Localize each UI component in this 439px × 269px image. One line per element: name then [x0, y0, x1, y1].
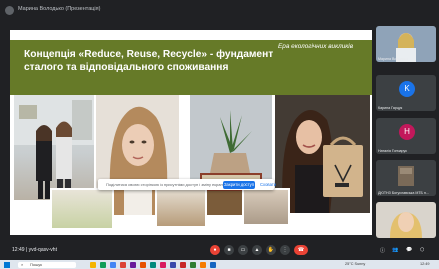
presenter-avatar [5, 6, 14, 15]
hang-up-icon: ☎ [297, 247, 305, 253]
photo-students [14, 95, 94, 200]
taskbar-app-icon[interactable] [120, 261, 126, 268]
taskbar-clock: 12:49 [420, 262, 430, 266]
presenter-name: Марина Володько (Презентація) [18, 6, 101, 12]
taskbar-app-icon[interactable] [200, 261, 206, 268]
meeting-code: yvd-qasv-vht [28, 247, 57, 253]
hand-icon: ✋ [267, 247, 275, 253]
taskbar-app-icon[interactable] [170, 261, 176, 268]
camera-icon: ■ [227, 247, 231, 253]
meeting-controls-bar: 12:49 | yvd-qasv-vht ● ■ ▭ ▲ ✋ ⋮ ☎ ⓘ 👥 💬… [0, 240, 439, 260]
mic-off-icon: ● [213, 247, 217, 253]
present-icon: ▲ [254, 247, 260, 253]
photo-thumbnail-3 [242, 188, 290, 226]
participant-tile[interactable] [376, 202, 436, 238]
os-taskbar: ⌕ Пошук 25°C Sunny 12:49 [0, 260, 439, 269]
photo-thumbnail-1 [50, 188, 114, 230]
captions-button[interactable]: ▭ [238, 245, 248, 255]
photo-thumbnail-2 [155, 188, 207, 228]
microphone-off-button[interactable]: ● [210, 245, 220, 255]
taskbar-app-icon[interactable] [110, 261, 116, 268]
participant-name: Карина Гарцук [378, 106, 403, 110]
presentation-slide: Концепція «Reduce, Reuse, Recycle» - фун… [10, 30, 372, 235]
captions-icon: ▭ [240, 247, 246, 253]
notification-text: Поділитися своєю сторінкою із присутніми… [106, 181, 225, 187]
participant-tile[interactable]: Н Наталія Гончарук [376, 118, 436, 154]
taskbar-app-icon[interactable] [100, 261, 106, 268]
people-icon[interactable]: 👥 [392, 247, 398, 253]
taskbar-search-box[interactable]: ⌕ Пошук [18, 261, 76, 268]
participant-name: Наталія Гончарук [378, 149, 407, 153]
taskbar-app-icon[interactable] [160, 261, 166, 268]
taskbar-app-icon[interactable] [90, 261, 96, 268]
search-placeholder: Пошук [30, 262, 43, 267]
taskbar-app-icon[interactable] [190, 261, 196, 268]
participant-tile[interactable]: K Карина Гарцук [376, 75, 436, 111]
hide-notification-link[interactable]: Сховати [260, 182, 276, 187]
meeting-time-and-code: 12:49 | yvd-qasv-vht [12, 247, 57, 253]
meeting-time: 12:49 [12, 247, 25, 253]
participant-video [376, 202, 436, 238]
taskbar-app-icon[interactable] [150, 261, 156, 268]
search-icon: ⌕ [21, 262, 24, 267]
slide-title: Концепція «Reduce, Reuse, Recycle» - фун… [24, 49, 274, 73]
chat-icon[interactable]: 💬 [406, 247, 412, 253]
more-options-button[interactable]: ⋮ [280, 245, 290, 255]
leave-call-button[interactable]: ☎ [294, 245, 308, 255]
more-icon: ⋮ [282, 247, 288, 253]
taskbar-app-icon[interactable] [180, 261, 186, 268]
participant-name: Марина Володько [378, 57, 408, 61]
slide-title-banner: Концепція «Reduce, Reuse, Recycle» - фун… [10, 40, 372, 95]
windows-start-icon[interactable] [4, 261, 10, 268]
activities-icon[interactable]: ⬡ [420, 247, 424, 253]
screen-share-notification: Поділитися своєю сторінкою із присутніми… [98, 179, 276, 190]
weather-widget[interactable]: 25°C Sunny [345, 262, 365, 266]
stop-sharing-button[interactable]: Закрити доступ [223, 180, 255, 189]
taskbar-app-icon[interactable] [140, 261, 146, 268]
raise-hand-button[interactable]: ✋ [266, 245, 276, 255]
slide-subtitle: Ера екологічних викликів [278, 43, 354, 50]
presenter-bar: Марина Володько (Презентація) [0, 0, 372, 22]
participant-avatar: Н [399, 124, 415, 140]
participant-avatar: K [399, 81, 415, 97]
info-icon[interactable]: ⓘ [380, 247, 385, 254]
camera-button[interactable]: ■ [224, 245, 234, 255]
taskbar-app-icon[interactable] [130, 261, 136, 268]
taskbar-app-icon[interactable] [210, 261, 216, 268]
participant-tile[interactable]: Марина Володько [376, 26, 436, 62]
present-button[interactable]: ▲ [252, 245, 262, 255]
participant-name: ДЮТНЗ Богуславська МТБ н... [378, 191, 429, 195]
participant-tile[interactable]: ДЮТНЗ Богуславська МТБ н... [376, 160, 436, 196]
